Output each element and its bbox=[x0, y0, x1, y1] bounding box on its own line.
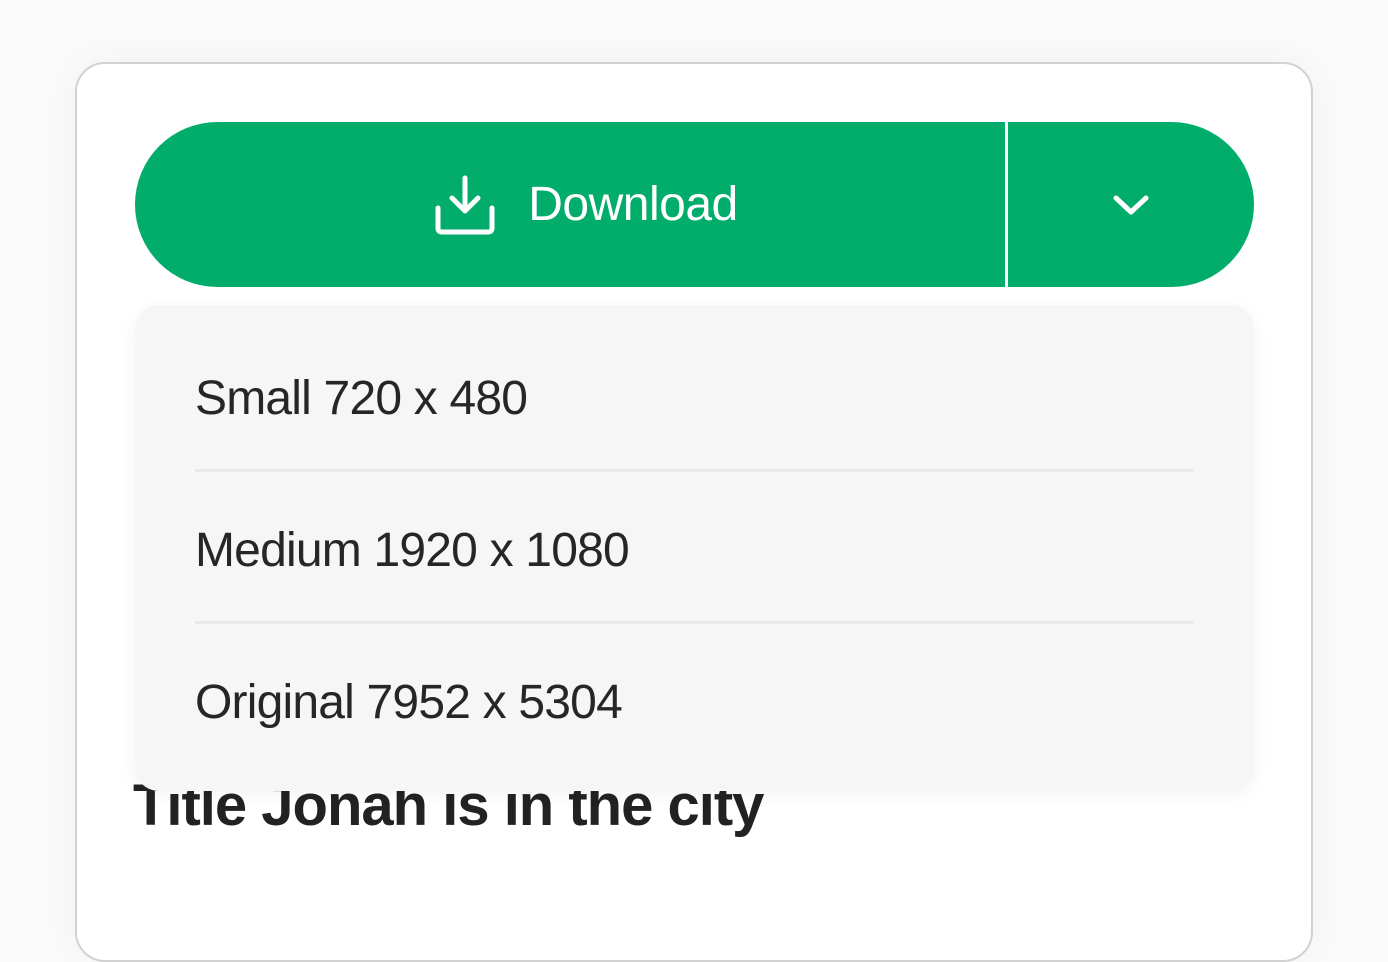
menu-item-medium[interactable]: Medium 1920 x 1080 bbox=[195, 474, 1194, 626]
download-split-button: Download bbox=[135, 122, 1254, 287]
menu-item-label: Small 720 x 480 bbox=[195, 371, 528, 425]
menu-item-small[interactable]: Small 720 x 480 bbox=[195, 322, 1194, 474]
menu-item-original[interactable]: Original 7952 x 5304 bbox=[195, 626, 1194, 778]
menu-item-label: Medium 1920 x 1080 bbox=[195, 523, 630, 577]
download-options-toggle[interactable] bbox=[1008, 122, 1254, 287]
download-icon bbox=[435, 175, 495, 234]
download-label: Download bbox=[528, 178, 738, 231]
chevron-down-icon bbox=[1113, 195, 1149, 214]
download-button[interactable]: Download bbox=[135, 122, 1005, 287]
menu-item-label: Original 7952 x 5304 bbox=[195, 675, 623, 729]
menu-divider bbox=[195, 469, 1194, 472]
menu-divider bbox=[195, 621, 1194, 624]
download-size-menu: Small 720 x 480 Medium 1920 x 1080 Origi… bbox=[135, 305, 1254, 791]
